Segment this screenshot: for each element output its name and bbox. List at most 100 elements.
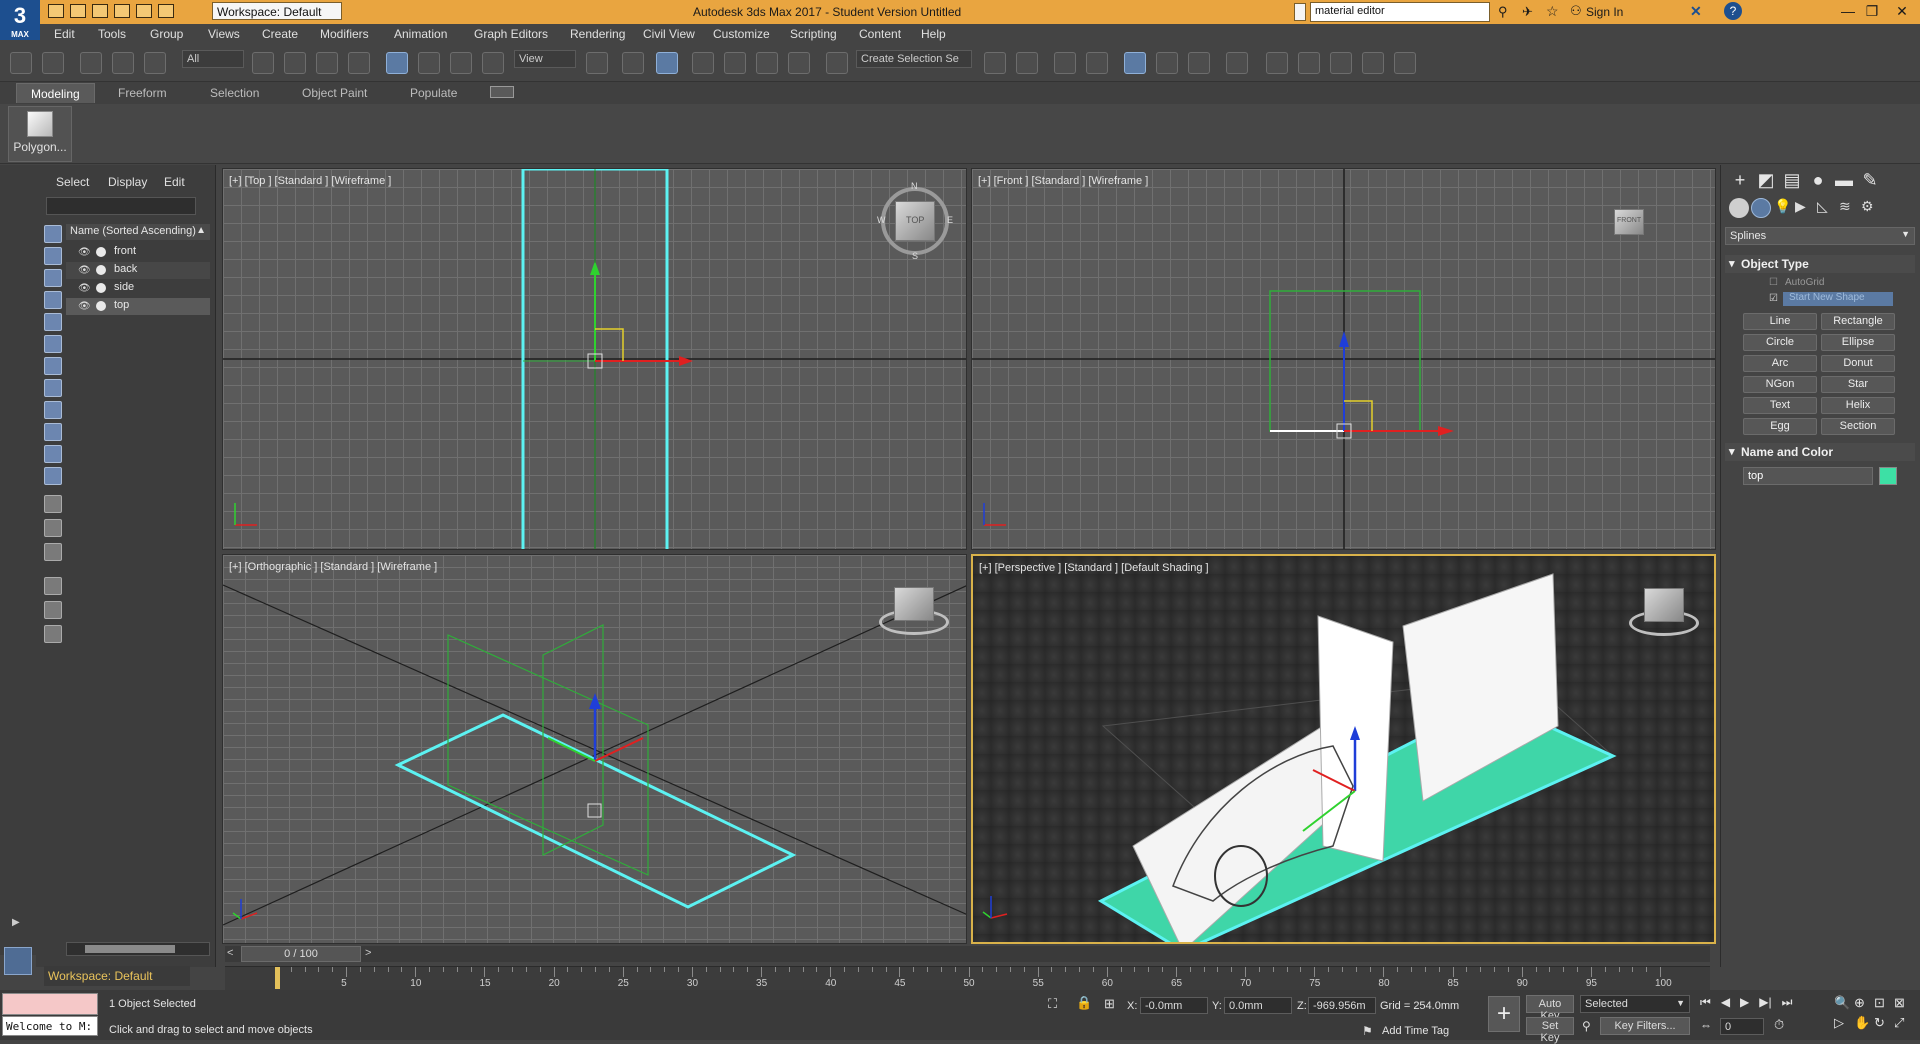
next-frame-icon[interactable]: ▶| [1759,995,1771,1010]
display-frozen-icon[interactable] [44,445,62,463]
ngon-button[interactable]: NGon [1743,376,1817,393]
egg-button[interactable]: Egg [1743,418,1817,435]
time-configuration-icon[interactable]: ⏱ [1774,1017,1784,1033]
orbit-icon[interactable]: ↻ [1874,1015,1894,1031]
x-coord-input[interactable]: -0.0mm [1140,997,1208,1014]
scene-explorer-icon[interactable] [1124,52,1146,74]
bind-space-warp-icon[interactable] [144,52,166,74]
systems-category-icon[interactable]: ⚙ [1861,198,1881,218]
rectangular-selection-icon[interactable] [316,52,338,74]
menu-content[interactable]: Content [859,27,901,41]
select-and-scale-icon[interactable] [450,52,472,74]
motion-tab-icon[interactable]: ● [1807,169,1829,191]
sign-in-link[interactable]: Sign In [1586,5,1623,19]
add-time-tag-button[interactable]: Add Time Tag [1382,1025,1449,1037]
donut-button[interactable]: Donut [1821,355,1895,372]
viewport-front[interactable]: [+] [Front ] [Standard ] [Wireframe ] FR… [971,168,1716,550]
sync-selection-icon[interactable] [44,577,62,595]
tab-object-paint[interactable]: Object Paint [302,86,367,100]
scene-name-column-header[interactable]: Name (Sorted Ascending) ▲ [66,224,210,240]
exchange-apps-icon[interactable]: ✕ [1690,3,1702,20]
curve-editor-icon[interactable] [1156,52,1178,74]
modify-tab-icon[interactable]: ◩ [1755,169,1777,191]
redo-icon[interactable] [42,52,64,74]
circle-button[interactable]: Circle [1743,334,1817,351]
options-icon[interactable] [44,625,62,643]
key-mode-dropdown[interactable]: Selected ▼ [1580,995,1690,1013]
rendered-frame-window-icon[interactable] [1298,52,1320,74]
go-to-end-icon[interactable]: ⏭ [1782,995,1793,1010]
viewport-label-top[interactable]: [+] [Top ] [Standard ] [Wireframe ] [229,175,391,187]
tab-populate[interactable]: Populate [410,86,457,100]
start-new-shape-checkbox[interactable]: ☑ [1769,293,1778,304]
menu-group[interactable]: Group [150,27,183,41]
close-button[interactable]: ✕ [1890,2,1914,20]
project-folder-icon[interactable] [158,4,174,18]
display-shapes-icon[interactable] [44,247,62,265]
maxscript-mini-listener[interactable]: Welcome to M: [2,1016,98,1036]
schematic-view-icon[interactable] [1188,52,1210,74]
zoom-extents-icon[interactable]: ⊡ [1874,995,1894,1011]
y-coord-input[interactable]: 0.0mm [1224,997,1292,1014]
visibility-eye-icon[interactable]: 👁 [78,265,91,276]
absolute-mode-icon[interactable]: ⊞ [1104,996,1115,1012]
display-all-icon[interactable] [44,495,62,513]
utilities-tab-icon[interactable]: ✎ [1859,169,1881,191]
viewcube-orthographic[interactable] [894,587,934,621]
viewcube-top[interactable]: TOP [895,201,935,241]
zoom-icon[interactable]: 🔍 [1834,995,1854,1011]
menu-rendering[interactable]: Rendering [570,27,625,41]
scene-item-side[interactable]: 👁 side [66,280,210,297]
go-to-start-icon[interactable]: ⏮ [1700,995,1711,1010]
selection-filter-dropdown[interactable]: All [182,50,244,68]
open-a360-gallery-icon[interactable] [1394,52,1416,74]
display-hidden-icon[interactable] [44,467,62,485]
display-none-icon[interactable] [44,519,62,537]
display-helpers-icon[interactable] [44,313,62,331]
space-warps-category-icon[interactable]: ≋ [1839,198,1859,218]
app-logo-button[interactable]: 3 MAX [0,0,40,40]
search-scope-handle[interactable] [1294,3,1306,21]
material-editor-icon[interactable] [1226,52,1248,74]
hierarchy-tab-icon[interactable]: ▤ [1781,169,1803,191]
undo-icon[interactable] [10,52,32,74]
undo-icon[interactable] [114,4,130,18]
viewcube-front[interactable]: FRONT [1614,209,1644,235]
geometry-category-icon[interactable] [1729,198,1749,218]
shapes-category-icon[interactable] [1751,198,1771,218]
menu-views[interactable]: Views [208,27,240,41]
visibility-eye-icon[interactable]: 👁 [78,247,91,258]
render-production-icon[interactable] [1330,52,1352,74]
polygon-modeling-button[interactable]: Polygon... [8,106,72,162]
key-mode-toggle-icon[interactable]: ⇔ [1700,1018,1712,1032]
object-type-rollout[interactable]: Object Type [1725,255,1915,273]
display-tab-icon[interactable]: ▬ [1833,169,1855,191]
key-filter-icon[interactable]: ⚲ [1582,1019,1591,1033]
tab-modeling[interactable]: Modeling [16,83,95,103]
restore-button[interactable]: ❐ [1860,2,1884,20]
freeze-dot-icon[interactable] [96,283,106,293]
frame-indicator[interactable]: 0 / 100 [241,946,361,962]
previous-frame-icon[interactable]: ◀ [1721,995,1730,1010]
redo-icon[interactable] [136,4,152,18]
binoculars-icon[interactable]: ⚲ [1498,4,1508,20]
cameras-category-icon[interactable]: ▶ [1795,198,1815,218]
select-object-icon[interactable] [252,52,274,74]
viewport-layout-icon[interactable] [4,947,32,975]
scene-find-input[interactable] [46,197,196,215]
expand-arrow-icon[interactable]: ▶ [12,917,24,929]
scene-tab-display[interactable]: Display [108,175,147,189]
viewport-label-perspective[interactable]: [+] [Perspective ] [Standard ] [Default … [979,562,1209,574]
scene-item-top[interactable]: 👁 top [66,298,210,315]
workspace-dropdown[interactable]: Workspace: Default [212,2,342,20]
communication-icon[interactable]: ✈ [1522,4,1533,20]
viewcube-perspective[interactable] [1644,588,1684,622]
selection-lock-icon[interactable]: 🔒 [1076,995,1092,1011]
filter-icon[interactable] [44,601,62,619]
arc-button[interactable]: Arc [1743,355,1817,372]
scene-item-front[interactable]: 👁 front [66,244,210,261]
new-file-icon[interactable] [48,4,64,18]
keyboard-shortcut-override-icon[interactable] [656,52,678,74]
menu-tools[interactable]: Tools [98,27,126,41]
start-new-shape-button[interactable]: Start New Shape [1783,292,1893,306]
